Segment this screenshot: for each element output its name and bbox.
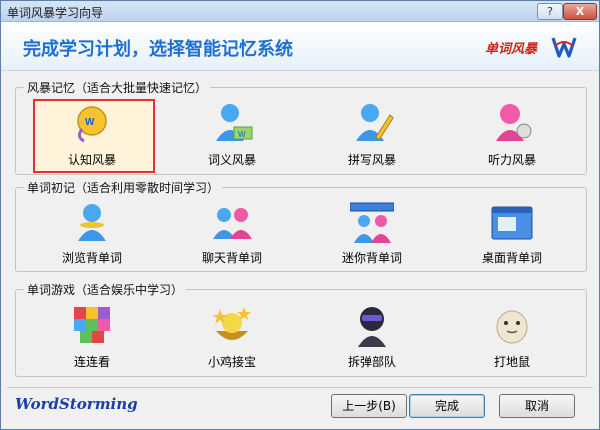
group-storm-title: 风暴记忆（适合大批量快速记忆） <box>24 79 211 96</box>
item-mini-words-label: 迷你背单词 <box>341 251 402 265</box>
browse-words-icon <box>78 204 106 241</box>
help-button[interactable]: ? <box>537 3 563 20</box>
brand-logo: 单词风暴 <box>485 36 580 60</box>
item-spelling-storm[interactable]: 拼写风暴 <box>312 99 432 177</box>
item-listening-storm-label: 听力风暴 <box>487 153 536 167</box>
item-spelling-storm-label: 拼写风暴 <box>347 153 396 167</box>
item-chat-words-label: 聊天背单词 <box>201 251 262 265</box>
desktop-words-icon <box>491 206 533 240</box>
item-browse-words-label: 浏览背单词 <box>61 251 122 265</box>
spelling-storm-icon <box>356 104 394 141</box>
meaning-storm-icon: W <box>216 104 253 141</box>
item-cognitive-storm[interactable]: W 认知风暴 <box>32 99 152 177</box>
ww-logo-icon <box>551 37 577 58</box>
group-initial-title: 单词初记（适合利用零散时间学习） <box>24 179 223 196</box>
item-meaning-storm[interactable]: W 词义风暴 <box>172 99 292 177</box>
item-link-game-label: 连连看 <box>73 355 110 369</box>
item-chat-words[interactable]: 聊天背单词 <box>172 199 292 277</box>
footer-divider <box>7 387 593 388</box>
item-whack-mole[interactable]: 打地鼠 <box>452 301 572 379</box>
mini-words-icon <box>350 202 394 243</box>
item-bomb-squad-label: 拆弹部队 <box>347 355 396 369</box>
chat-words-icon <box>213 208 252 239</box>
item-desktop-words-label: 桌面背单词 <box>481 251 542 265</box>
item-chick-treasure-label: 小鸡接宝 <box>207 355 256 369</box>
svg-text:W: W <box>238 130 246 139</box>
link-game-icon <box>74 307 110 343</box>
title-bar: 单词风暴学习向导 ? X <box>1 1 599 22</box>
item-mini-words[interactable]: 迷你背单词 <box>312 199 432 277</box>
group-games-title: 单词游戏（适合娱乐中学习） <box>24 281 187 298</box>
item-bomb-squad[interactable]: 拆弹部队 <box>312 301 432 379</box>
cancel-button[interactable]: 取消 <box>499 394 575 418</box>
header-banner: 完成学习计划，选择智能记忆系统 单词风暴 <box>1 22 599 71</box>
wizard-window: 单词风暴学习向导 ? X 完成学习计划，选择智能记忆系统 单词风暴 风暴记忆（适… <box>0 0 600 430</box>
item-cognitive-storm-label: 认知风暴 <box>67 153 116 167</box>
item-browse-words[interactable]: 浏览背单词 <box>32 199 152 277</box>
close-button[interactable]: X <box>563 3 597 20</box>
chick-treasure-icon <box>212 307 251 340</box>
svg-text:W: W <box>85 117 95 128</box>
item-desktop-words[interactable]: 桌面背单词 <box>452 199 572 277</box>
item-chick-treasure[interactable]: 小鸡接宝 <box>172 301 292 379</box>
listening-storm-icon <box>496 104 532 141</box>
item-whack-mole-label: 打地鼠 <box>493 355 530 369</box>
back-button[interactable]: 上一步(B) <box>331 394 407 418</box>
item-meaning-storm-label: 词义风暴 <box>207 153 256 167</box>
whack-mole-icon <box>496 310 528 344</box>
item-link-game[interactable]: 连连看 <box>32 301 152 379</box>
cognitive-storm-icon: W <box>77 106 107 143</box>
bomb-squad-icon <box>358 307 386 347</box>
item-listening-storm[interactable]: 听力风暴 <box>452 99 572 177</box>
brand-name: 单词风暴 <box>485 42 538 57</box>
window-title: 单词风暴学习向导 <box>7 6 104 20</box>
page-title: 完成学习计划，选择智能记忆系统 <box>23 39 293 60</box>
footer-brand: WordStorming <box>15 395 138 413</box>
finish-button[interactable]: 完成 <box>409 394 485 418</box>
